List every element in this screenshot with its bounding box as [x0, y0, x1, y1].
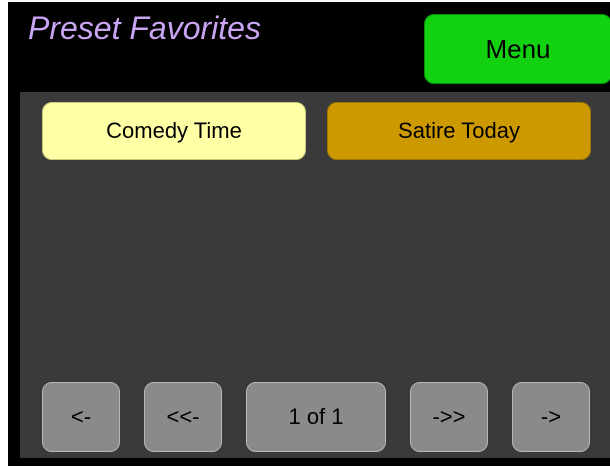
favorite-button-comedy-time[interactable]: Comedy Time: [42, 102, 306, 160]
menu-button[interactable]: Menu: [424, 14, 610, 84]
page-title: Preset Favorites: [28, 10, 261, 46]
first-page-button[interactable]: <<-: [144, 382, 222, 452]
preset-favorites-screen: Preset Favorites Menu Comedy Time Satire…: [8, 2, 610, 466]
page-indicator: 1 of 1: [246, 382, 386, 452]
previous-button[interactable]: <-: [42, 382, 120, 452]
next-button[interactable]: ->: [512, 382, 590, 452]
favorites-panel: Comedy Time Satire Today <- <<- 1 of 1 -…: [20, 92, 610, 458]
last-page-button[interactable]: ->>: [410, 382, 488, 452]
favorite-button-satire-today[interactable]: Satire Today: [327, 102, 591, 160]
